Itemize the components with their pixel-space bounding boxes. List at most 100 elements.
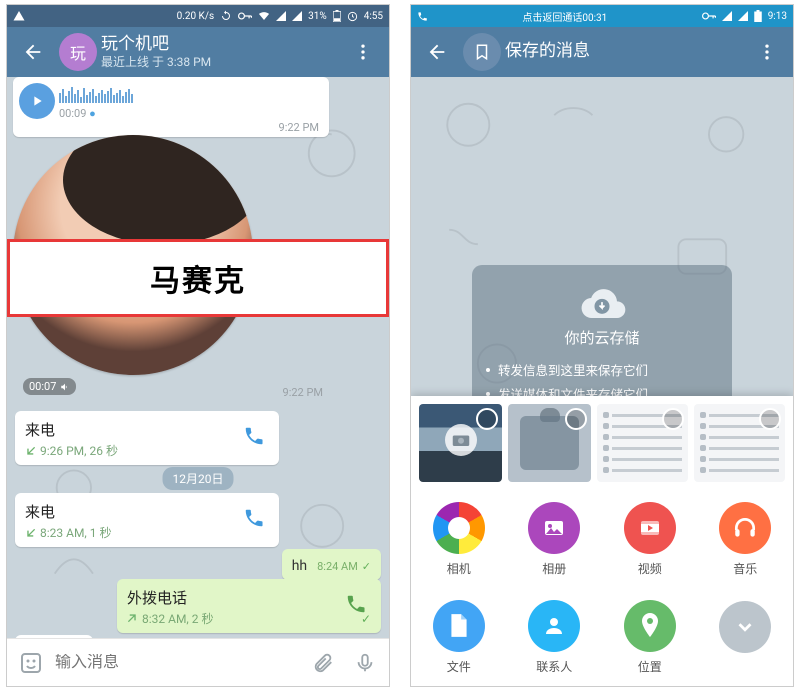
back-button[interactable] (11, 30, 55, 74)
video-icon (624, 502, 676, 554)
more-button[interactable] (745, 30, 789, 74)
attach-gallery[interactable]: 相册 (507, 490, 603, 588)
file-icon (433, 600, 485, 652)
mosaic-overlay: 马赛克 (7, 239, 389, 317)
attachment-sheet: 相机 相册 视频 音乐 文件 (411, 396, 793, 686)
attach-button[interactable] (305, 645, 341, 681)
attach-file[interactable]: 文件 (411, 588, 507, 686)
video-duration: 00:07 (23, 378, 76, 395)
message-time: 9:22 PM (283, 386, 323, 399)
phone-icon[interactable] (243, 425, 265, 451)
header-titles[interactable]: 保存的消息 (505, 41, 741, 62)
emoji-button[interactable] (13, 645, 49, 681)
clock-icon (347, 11, 358, 22)
attach-label: 联系人 (536, 658, 572, 675)
play-icon[interactable] (19, 83, 55, 119)
chat-header: 保存的消息 (411, 27, 793, 77)
attach-camera[interactable]: 相机 (411, 490, 507, 588)
input-bar (7, 638, 389, 686)
signal-icon (292, 11, 302, 21)
photo-thumbnail[interactable] (694, 404, 785, 482)
attach-music[interactable]: 音乐 (698, 490, 794, 588)
phone-icon[interactable] (243, 507, 265, 533)
battery-percent: 31% (308, 11, 327, 22)
phone-small-icon (417, 11, 428, 22)
photo-thumbnail[interactable] (508, 404, 591, 482)
attach-location[interactable]: 位置 (602, 588, 698, 686)
select-circle[interactable] (565, 408, 587, 430)
attach-label: 文件 (447, 658, 471, 675)
call-subtitle: 8:32 AM, 2 秒 ✓ (127, 610, 371, 627)
status-bar: 0.20 K/s 31% 4:55 (7, 5, 389, 27)
incoming-arrow-icon (25, 527, 36, 538)
location-pin-icon (624, 600, 676, 652)
incoming-message[interactable]: h 8:32 AM (15, 635, 93, 638)
voice-message[interactable]: 00:09 ● 9:22 PM (13, 77, 329, 137)
message-input[interactable] (55, 654, 299, 672)
message-time: 8:24 AM (317, 560, 358, 573)
sync-icon (220, 10, 232, 22)
back-button[interactable] (415, 30, 459, 74)
mosaic-label: 马赛克 (150, 256, 246, 300)
attach-label (744, 659, 747, 673)
network-speed: 0.20 K/s (177, 11, 215, 22)
key-icon (238, 11, 252, 21)
phone-left: 0.20 K/s 31% 4:55 玩 玩个机吧 最近上线 于 3:38 PM (6, 4, 390, 687)
checkmark-icon: ✓ (362, 560, 371, 573)
mic-button[interactable] (347, 645, 383, 681)
signal-icon (722, 11, 732, 21)
signal-icon (738, 11, 748, 21)
select-circle[interactable] (662, 408, 684, 430)
battery-icon (754, 10, 762, 22)
outgoing-arrow-icon (127, 613, 138, 624)
return-to-call-label[interactable]: 点击返回通话00:31 (522, 9, 607, 24)
photo-thumbnail[interactable] (597, 404, 688, 482)
header-titles[interactable]: 玩个机吧 最近上线 于 3:38 PM (101, 34, 337, 70)
warning-icon (13, 10, 25, 22)
attach-label: 位置 (638, 658, 662, 675)
call-subtitle: 8:23 AM, 1 秒 (25, 524, 269, 541)
attachment-grid: 相机 相册 视频 音乐 文件 (411, 490, 793, 686)
chat-title: 玩个机吧 (101, 34, 337, 55)
outgoing-message[interactable]: hh 8:24 AM ✓ (282, 549, 381, 580)
camera-shutter-icon (433, 502, 485, 554)
phone-right: 点击返回通话00:31 9:13 保存的消息 你的云存储 (410, 4, 794, 687)
attach-close[interactable] (698, 588, 794, 686)
message-text: hh (292, 558, 307, 574)
phone-icon[interactable] (345, 593, 367, 619)
select-circle[interactable] (476, 408, 498, 430)
battery-icon (333, 10, 341, 22)
attach-label: 相机 (447, 560, 471, 577)
bookmark-avatar-icon[interactable] (463, 33, 501, 71)
camera-inner-icon (445, 424, 477, 456)
attach-contact[interactable]: 联系人 (507, 588, 603, 686)
call-entry[interactable]: 外拨电话 8:32 AM, 2 秒 ✓ (117, 579, 381, 633)
call-subtitle: 9:26 PM, 26 秒 (25, 442, 269, 459)
select-circle[interactable] (759, 408, 781, 430)
cloud-download-icon (575, 283, 629, 323)
person-icon (528, 600, 580, 652)
status-time: 4:55 (364, 11, 383, 22)
message-time: 9:22 PM (279, 121, 319, 134)
chat-header: 玩 玩个机吧 最近上线 于 3:38 PM (7, 27, 389, 77)
photo-thumbnail[interactable] (419, 404, 502, 482)
list-item: 转发信息到这里来保存它们 (486, 360, 718, 379)
call-entry[interactable]: 来电 9:26 PM, 26 秒 (15, 411, 279, 465)
waveform-icon (59, 87, 319, 103)
call-title: 外拨电话 (127, 587, 371, 608)
more-button[interactable] (341, 30, 385, 74)
voice-duration: 00:09 ● (59, 107, 319, 120)
chat-subtitle: 最近上线 于 3:38 PM (101, 55, 337, 70)
incoming-arrow-icon (25, 445, 36, 456)
status-time: 9:13 (768, 11, 787, 22)
chat-area[interactable]: 你的云存储 转发信息到这里来保存它们 发送媒体和文件来存储它们 在任意设备上访问… (411, 77, 793, 686)
attach-video[interactable]: 视频 (602, 490, 698, 588)
wifi-icon (258, 11, 270, 21)
avatar[interactable]: 玩 (59, 33, 97, 71)
recent-photos-row[interactable] (411, 396, 793, 490)
call-entry[interactable]: 来电 8:23 AM, 1 秒 (15, 493, 279, 547)
chat-area[interactable]: 00:09 ● 9:22 PM 00:07 9:22 PM 来电 9:26 PM… (7, 77, 389, 638)
attach-label: 音乐 (733, 560, 757, 577)
call-title: 来电 (25, 419, 269, 440)
signal-icon (276, 11, 286, 21)
